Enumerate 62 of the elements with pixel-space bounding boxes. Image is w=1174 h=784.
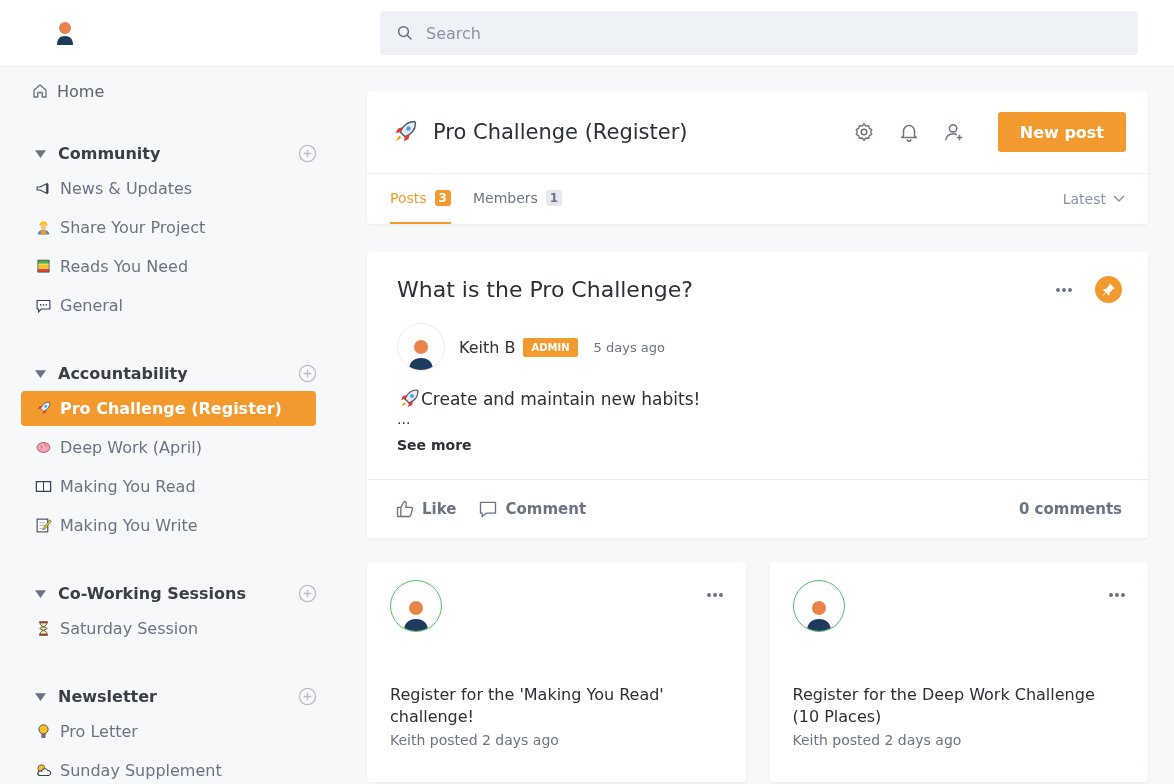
sidebar-item[interactable]: Making You Read bbox=[21, 469, 316, 504]
sort-dropdown[interactable]: Latest bbox=[1062, 174, 1126, 224]
post-title[interactable]: Register for the 'Making You Read' challenge! bbox=[390, 684, 724, 728]
light-bulb-icon bbox=[35, 723, 52, 740]
section-title[interactable]: Accountability bbox=[58, 363, 286, 383]
role-badge: ADMIN bbox=[523, 337, 578, 357]
tab-label[interactable]: Members bbox=[472, 190, 538, 206]
section-title[interactable]: Co-Working Sessions bbox=[58, 583, 286, 603]
sidebar-item[interactable]: Saturday Session bbox=[21, 611, 316, 646]
caret-down-icon[interactable] bbox=[35, 587, 46, 599]
post-title[interactable]: What is the Pro Challenge? bbox=[397, 277, 1033, 302]
more-options-icon[interactable] bbox=[1055, 286, 1073, 293]
space-title: Pro Challenge (Register) bbox=[433, 120, 689, 144]
book-icon bbox=[35, 478, 52, 495]
more-options-icon[interactable] bbox=[705, 592, 724, 598]
sidebar-item[interactable]: General bbox=[21, 288, 316, 323]
speech-bubble-icon bbox=[478, 499, 499, 519]
caret-down-icon[interactable] bbox=[35, 147, 46, 159]
author-name[interactable]: Keith B bbox=[459, 337, 516, 357]
home-icon bbox=[31, 82, 49, 100]
thumbs-up-icon bbox=[395, 499, 415, 519]
search-icon bbox=[396, 24, 414, 42]
add-user-icon[interactable] bbox=[942, 121, 965, 143]
ellipsis-text: ... bbox=[397, 411, 412, 427]
caret-down-icon[interactable] bbox=[35, 690, 46, 702]
sidebar-item[interactable]: News & Updates bbox=[21, 171, 316, 206]
sidebar-item[interactable]: Pro Letter bbox=[21, 714, 316, 749]
comments-count[interactable]: 0 comments bbox=[1018, 500, 1122, 518]
books-icon bbox=[35, 258, 52, 275]
rocket-icon bbox=[35, 400, 52, 417]
post-time: 5 days ago bbox=[593, 339, 665, 355]
section-title[interactable]: Community bbox=[58, 143, 286, 163]
avatar[interactable] bbox=[792, 580, 845, 632]
home-link[interactable]: Home bbox=[21, 79, 340, 103]
sidebar-item[interactable]: Making You Write bbox=[21, 508, 316, 543]
avatar[interactable] bbox=[390, 580, 442, 632]
caret-down-icon[interactable] bbox=[35, 367, 46, 379]
post-meta: Keith posted 2 days ago bbox=[390, 732, 560, 748]
sidebar-item[interactable]: Sunday Supplement bbox=[21, 753, 316, 784]
post-meta: Keith posted 2 days ago bbox=[792, 732, 963, 748]
section-title[interactable]: Newsletter bbox=[58, 686, 286, 706]
sidebar-item[interactable]: Deep Work (April) bbox=[21, 430, 316, 465]
sidebar-item[interactable]: Share Your Project bbox=[21, 210, 316, 245]
comment-button[interactable]: Comment bbox=[478, 499, 587, 519]
count-badge: 1 bbox=[545, 190, 563, 206]
count-badge: 3 bbox=[434, 190, 451, 206]
tab[interactable]: Members 1 bbox=[472, 174, 563, 224]
post-card[interactable]: Register for the Deep Work Challenge (10 Places) Keith posted 2 days ago bbox=[769, 562, 1148, 782]
sidebar-item[interactable]: Reads You Need bbox=[21, 249, 316, 284]
brain-icon bbox=[35, 439, 52, 456]
see-more-link[interactable]: See more bbox=[397, 437, 1122, 479]
memo-icon bbox=[35, 517, 52, 534]
more-options-icon[interactable] bbox=[1108, 592, 1126, 598]
post-title[interactable]: Register for the Deep Work Challenge (10 Places) bbox=[792, 684, 1126, 728]
search-field[interactable]: Search bbox=[380, 11, 1138, 55]
post-body: Create and maintain new habits! bbox=[421, 389, 701, 409]
post-card[interactable]: Register for the 'Making You Read' challenge! Keith posted 2 days ago bbox=[367, 562, 746, 782]
like-button[interactable]: Like bbox=[395, 499, 457, 519]
person-logo-icon[interactable] bbox=[56, 21, 74, 45]
sun-behind-cloud-icon bbox=[35, 762, 52, 779]
worker-icon bbox=[35, 219, 52, 236]
speech-bubble-icon bbox=[35, 297, 52, 314]
